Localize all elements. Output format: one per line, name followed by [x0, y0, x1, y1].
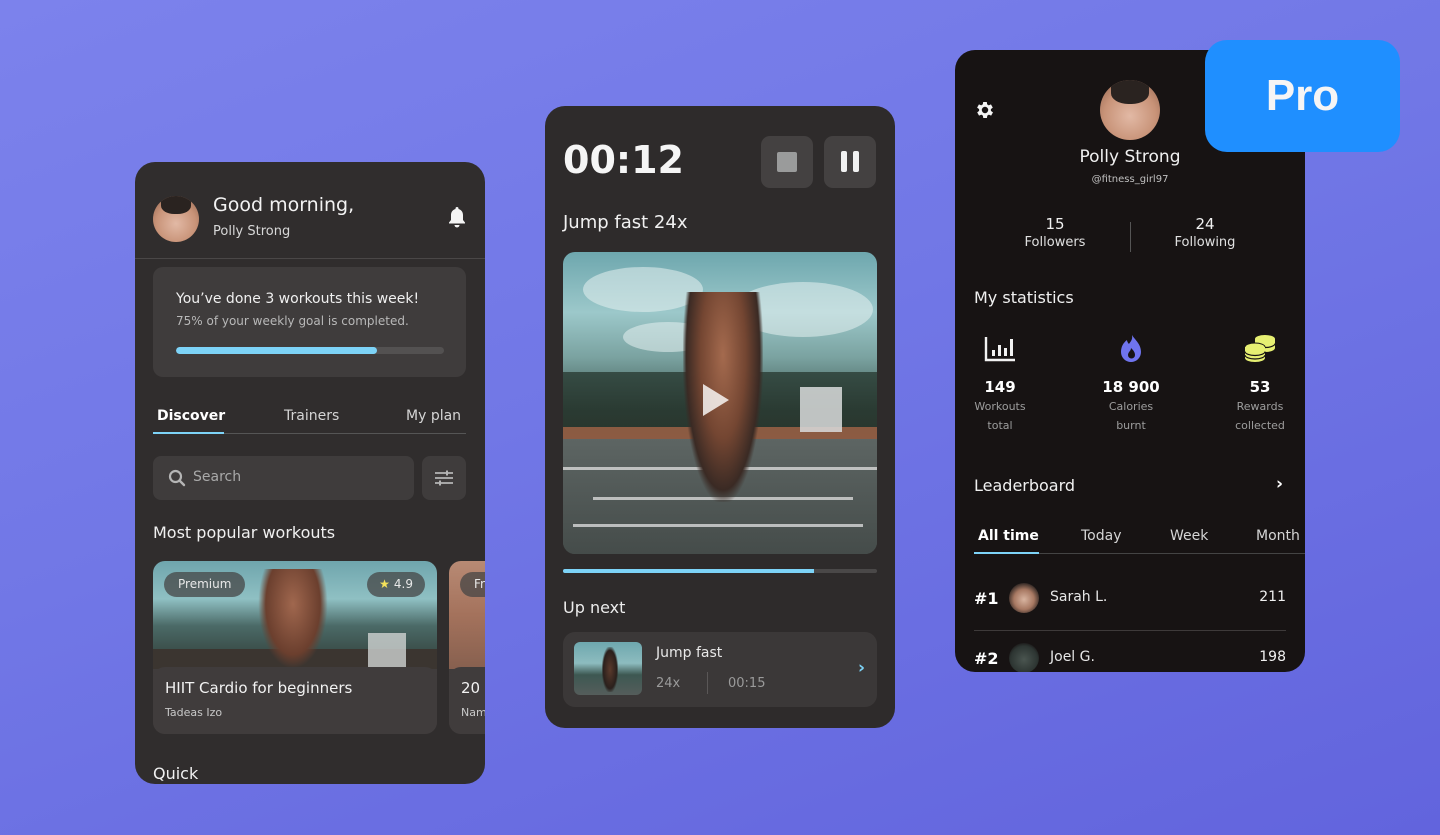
active-tab-indicator	[974, 552, 1039, 554]
search-input[interactable]: Search	[153, 456, 414, 500]
chevron-right-icon[interactable]: ›	[858, 658, 865, 678]
stat-label: Rewards	[1236, 400, 1284, 413]
player-score: 211	[1259, 589, 1286, 605]
goal-progress-fill	[176, 347, 377, 354]
next-exercise-duration: 00:15	[728, 676, 766, 691]
divider	[707, 672, 708, 694]
avatar	[1009, 643, 1039, 672]
popular-workouts-heading: Most popular workouts	[153, 523, 336, 542]
home-header: Good morning, Polly Strong	[135, 162, 485, 259]
pause-button[interactable]	[824, 136, 876, 188]
following-count: 24	[1195, 215, 1215, 233]
divider	[1130, 222, 1131, 252]
filter-sliders-icon	[435, 470, 453, 486]
leaderboard-row[interactable]: #2 Joel G. 198	[974, 630, 1286, 672]
tab-trainers[interactable]: Trainers	[284, 408, 339, 424]
player-score: 198	[1259, 649, 1286, 665]
workout-timer: 00:12	[563, 138, 684, 182]
leaderboard-tabs: All time Today Week Month	[974, 524, 1305, 554]
gear-icon[interactable]	[974, 99, 996, 121]
home-tabs: Discover Trainers My plan	[153, 402, 466, 434]
home-screen: Good morning, Polly Strong You’ve done 3…	[135, 162, 485, 784]
workout-card[interactable]: Fr 20 Nam	[449, 561, 485, 734]
up-next-heading: Up next	[563, 598, 626, 617]
stat-calories: 18 900 Calories burnt	[1076, 332, 1186, 435]
stop-button[interactable]	[761, 136, 813, 188]
filter-button[interactable]	[422, 456, 466, 500]
profile-handle: @fitness_girl97	[1091, 174, 1169, 185]
premium-badge: Premium	[164, 572, 246, 597]
player-name: Sarah L.	[1050, 589, 1108, 605]
pro-badge: Pro	[1205, 40, 1400, 152]
exercise-video[interactable]	[563, 252, 877, 554]
play-icon[interactable]	[703, 384, 729, 416]
tab-month[interactable]: Month	[1256, 528, 1300, 544]
stat-workouts: 149 Workouts total	[955, 332, 1055, 435]
bar-chart-icon	[984, 337, 1015, 362]
stat-label: Calories	[1108, 400, 1154, 413]
stat-label: total	[987, 419, 1013, 432]
stat-rewards: 53 Rewards collected	[1205, 332, 1305, 435]
profile-avatar[interactable]	[1100, 80, 1160, 140]
weekly-goal-card: You’ve done 3 workouts this week! 75% of…	[153, 267, 466, 377]
next-exercise-title: Jump fast	[656, 645, 723, 661]
flame-icon	[1121, 335, 1141, 362]
stat-label: Workouts	[974, 400, 1026, 413]
workout-title: HIIT Cardio for beginners	[165, 679, 353, 697]
video-progress-fill	[563, 569, 815, 573]
goal-subtitle: 75% of your weekly goal is completed.	[176, 314, 409, 328]
followers-count: 15	[1045, 215, 1065, 233]
stat-value: 18 900	[1102, 378, 1160, 396]
workout-title: 20	[461, 679, 481, 697]
next-exercise-thumbnail	[574, 642, 642, 695]
active-tab-indicator	[153, 432, 224, 434]
search-placeholder: Search	[193, 469, 242, 485]
tab-today[interactable]: Today	[1081, 528, 1122, 544]
leaderboard-heading: Leaderboard	[974, 476, 1076, 495]
quick-heading: Quick	[153, 764, 199, 783]
workout-author: Tadeas Izo	[165, 706, 223, 719]
stat-value: 53	[1249, 378, 1271, 396]
stop-icon	[777, 152, 797, 172]
star-icon: ★	[379, 577, 390, 591]
coins-icon	[1244, 335, 1276, 362]
stat-label: burnt	[1116, 419, 1146, 432]
following-label: Following	[1174, 235, 1236, 250]
tab-week[interactable]: Week	[1170, 528, 1208, 544]
exercise-title: Jump fast 24x	[563, 212, 688, 233]
player-name: Joel G.	[1050, 649, 1095, 665]
tab-all-time[interactable]: All time	[978, 528, 1039, 544]
tab-discover[interactable]: Discover	[157, 408, 225, 424]
tab-my-plan[interactable]: My plan	[406, 408, 461, 424]
workout-info: HIIT Cardio for beginners Tadeas Izo	[153, 667, 437, 734]
rating-badge: ★ 4.9	[367, 572, 425, 597]
workout-author: Nam	[461, 706, 485, 719]
search-icon	[168, 469, 186, 487]
rank: #1	[974, 589, 999, 608]
up-next-item[interactable]: Jump fast 24x 00:15 ›	[563, 632, 877, 707]
followers-label: Followers	[1024, 235, 1086, 250]
goal-title: You’ve done 3 workouts this week!	[176, 291, 420, 307]
stat-value: 149	[984, 378, 1016, 396]
statistics-heading: My statistics	[974, 288, 1074, 307]
stat-label: collected	[1235, 419, 1285, 432]
workout-info: 20 Nam	[449, 667, 485, 734]
avatar	[1009, 583, 1039, 613]
video-progress-bar[interactable]	[563, 569, 877, 573]
player-screen: 00:12 Jump fast 24x Up next Jump fast 24…	[545, 106, 895, 728]
followers-stat[interactable]: 15 Followers	[995, 215, 1115, 250]
rank: #2	[974, 649, 999, 668]
bell-icon[interactable]	[447, 206, 467, 228]
user-name: Polly Strong	[213, 224, 291, 239]
workout-card[interactable]: Premium ★ 4.9 HIIT Cardio for beginners T…	[153, 561, 437, 734]
user-avatar[interactable]	[153, 196, 199, 242]
chevron-right-icon[interactable]: ›	[1276, 474, 1283, 494]
next-exercise-reps: 24x	[656, 676, 681, 691]
greeting: Good morning,	[213, 194, 355, 216]
rating-value: 4.9	[393, 577, 413, 591]
following-stat[interactable]: 24 Following	[1145, 215, 1265, 250]
free-badge: Fr	[460, 572, 485, 597]
leaderboard-row[interactable]: #1 Sarah L. 211	[974, 570, 1286, 630]
goal-progress-bar	[176, 347, 444, 354]
